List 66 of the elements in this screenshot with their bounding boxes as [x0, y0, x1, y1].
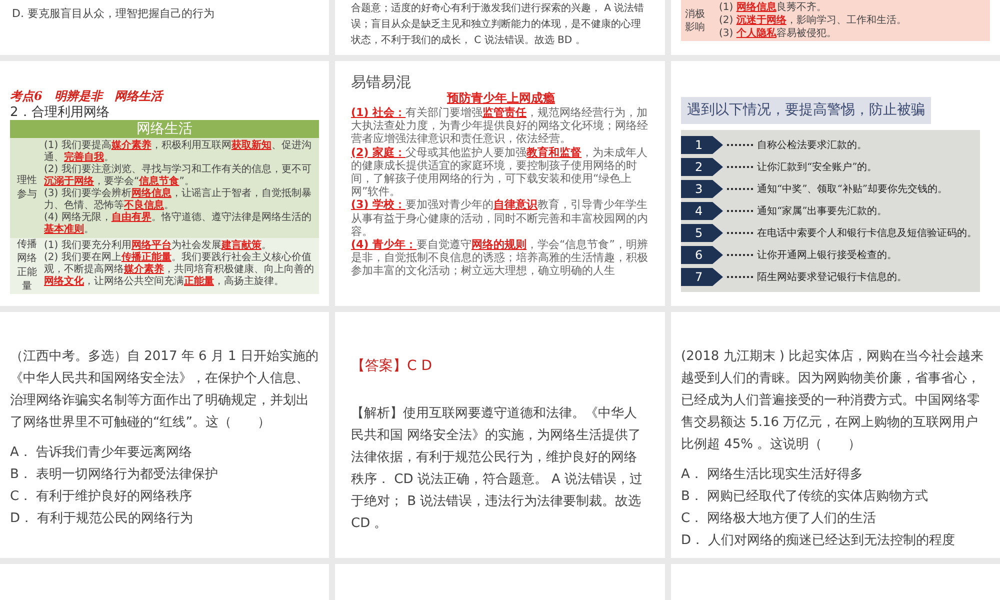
leader-line — [727, 254, 753, 256]
answer-text: C D — [407, 358, 432, 374]
list-text: 自称公检法要求汇款的。 — [757, 138, 867, 152]
row-label: 消极影响 — [685, 8, 706, 34]
explanation-text: 【解析】使用互联网要遵守道德和法律。《中华人民共和国 网络安全法》的实施，为网络生活提供了法律依据，有利于规范公民行为，维护良好的网络秩序． CD 说法正确，符合题意。 A 说法错误，过于绝对； B 说法错误，违法行为法律要制裁。故选 CD 。 — [351, 405, 644, 533]
leader-line — [727, 144, 753, 146]
list-text: 让你开通网上银行接受检查的。 — [757, 248, 897, 262]
list-text: 陌生网站要求登记银行卡信息的。 — [757, 270, 907, 284]
table-text: (3) 我们要学会辨析网络信息，让谣言止于智者，自觉抵制暴力、色情、恐怖等不良信息。 — [44, 188, 312, 212]
leader-line — [727, 210, 753, 212]
step-number: 5 — [681, 224, 723, 242]
slide-card[interactable]: 【答案】C D 【解析】使用互联网要遵守道德和法律。《中华人民共和国 网络安全法》的实施，为网络生活提供了法律依据，有利于规范公民行为，维护良好的网络秩序． CD 说法正确，符合题意。 A 说法错误，过于绝对； B 说法错误，违法行为法律要制裁。故选 CD 。 — [335, 312, 665, 558]
item-text: (4) 青少年：要自觉遵守网络的规则，学会“信息节食”，明辨是非，自觉抵制不良信息的诱惑；培养高雅的生活情趣，积极参加丰富的文化活动；树立远大理想，确立明确的人生 — [351, 238, 649, 278]
table-text: (1) 我们要充分利用网络平台为社会发展建言献策。 — [44, 240, 272, 252]
item-text: (3) 学校：要加强对青少年的自律意识教育，引导青少年学生从事有益于身心健康的活动，同时不断完善和丰富校园网的内容。 — [351, 198, 649, 238]
list-text: 通知“家属”出事要先汇款的。 — [757, 204, 888, 218]
image-title: 遇到以下情况，要提高警惕，防止被骗 — [681, 97, 931, 124]
explanation-text: 合题意；适度的好奇心有利于激发我们进行探索的兴趣， A 说法错误；盲目从众是缺乏主见和独立判断能力的体现，是不健康的心理状态，不利于我们的成长， C 说法错误。故选 BD 。 — [351, 2, 646, 48]
notes-title: 预防青少年上网成瘾 — [446, 91, 556, 106]
leader-line — [727, 166, 753, 168]
list-text: 让你汇款到“安全账户”的。 — [757, 160, 878, 174]
answer-option: B． 表明一切网络行为都受法律保护 — [10, 464, 319, 486]
slide-card[interactable]: (2018 九江期末 ) 比起实体店，网购在当今社会越来越受到人们的青睐。因为网购物美价廉，省事省心，已经成为人们普遍接受的一种消费方式。中国网络零售交易额达 5.16 万亿元，在网上购物的互联网用户比例超 45% 。这说明（ ） A． 网络生活比现实生活好得多 B． 网购已经取代了传统的实体店购物方式 C． 网络极大地方便了人们的生活 D． 人们对网络的痴迷已经达到无法控制的程度 — [671, 312, 1000, 558]
step-number: 1 — [681, 136, 723, 154]
table-text: (1) 网络信息良莠不齐。 — [719, 1, 828, 14]
leader-line — [727, 232, 753, 234]
answer-option: A． 告诉我们青少年要远离网络 — [10, 442, 319, 464]
leader-line — [727, 276, 753, 278]
item-text: (1) 社会：有关部门要增强监管责任，规范网络经营行为，加大执法查处力度，为青少年提供良好的网络文化环境；网络经营者应增强法律意识和责任意识，依法经营。 — [351, 106, 649, 146]
question-text: （江西中考。多选）自 2017 年 6 月 1 日开始实施的《中华人民共和国网络安全法》，在保护个人信息、治理网络诈骗实名制等方面作出了明确规定，并划出了网络世界里不可触碰的“红线”。这（ ） — [10, 348, 319, 432]
answer-option: C． 网络极大地方便了人们的生活 — [681, 508, 990, 530]
answer-label: 【答案】 — [351, 358, 407, 374]
list-text: 在电话中索要个人和银行卡信息及短信验证码的。 — [757, 226, 977, 240]
table-text: (2) 我们要注意浏览、寻找与学习和工作有关的信息，更不可沉溺于网络，要学会“信息节食”。 — [44, 164, 312, 188]
subheading: 2．合理利用网络 — [10, 105, 110, 120]
answer-option: B． 网购已经取代了传统的实体店购物方式 — [681, 486, 990, 508]
slide-card[interactable]: 遇到以下情况，要提高警惕，防止被骗 1 自称公检法要求汇款的。 2 让你汇款到“安全账户”的。 3 通知“中奖”、领取“补贴”却要你先交钱的。 4 通知“家属”出事要先汇款的。 5 在电话中索要个人和银行卡信息及短信验证码的。 6 让你开通网上银行接受检查的。 7 陌生网站要求登记银行卡信息的。 — [671, 61, 1000, 306]
table-text: (2) 沉迷于网络，影响学习、工作和生活。 — [719, 14, 906, 27]
slide-card[interactable]: （江西中考。多选）自 2017 年 6 月 1 日开始实施的《中华人民共和国网络安全法》，在保护个人信息、治理网络诈骗实名制等方面作出了明确规定，并划出了网络世界里不可触碰的“红线”。这（ ） A． 告诉我们青少年要远离网络 B． 表明一切网络行为都受法律保护 C． 有利于维护良好的网络秩序 D． 有利于规范公民的网络行为 — [0, 312, 329, 558]
step-number: 4 — [681, 202, 723, 220]
row-label: 传播网络正能量 — [16, 238, 38, 294]
table-header: 网络生活 — [10, 120, 319, 138]
topic-heading: 考点6 明辨是非 网络生活 — [10, 88, 165, 105]
step-number: 3 — [681, 180, 723, 198]
slide-card[interactable]: 合题意；适度的好奇心有利于激发我们进行探索的兴趣， A 说法错误；盲目从众是缺乏主见和独立判断能力的体现，是不健康的心理状态，不利于我们的成长， C 说法错误。故选 BD 。 — [335, 0, 665, 55]
slide-card[interactable]: 消极影响 (1) 网络信息良莠不齐。 (2) 沉迷于网络，影响学习、工作和生活。 (3) 个人隐私容易被侵犯。 — [671, 0, 1000, 55]
answer-option: A． 网络生活比现实生活好得多 — [681, 464, 990, 486]
table-text: (3) 个人隐私容易被侵犯。 — [719, 27, 838, 40]
step-number: 2 — [681, 158, 723, 176]
answer-option: D． 有利于规范公民的网络行为 — [10, 508, 319, 530]
table-text: (4) 网络无限，自由有界。恪守道德、遵守法律是网络生活的基本准则。 — [44, 212, 312, 236]
step-number: 7 — [681, 268, 723, 286]
table-text: (1) 我们要提高媒介素养，积极利用互联网获取新知、促进沟通、完善自我。 — [44, 140, 312, 164]
table-text: (2) 我们要在网上传播正能量。我们要践行社会主义核心价值观，不断提高网络媒介素养，共同培育积极健康、向上向善的网络文化，让网络公共空间充满正能量，高扬主旋律。 — [44, 252, 315, 288]
section-heading: 易错易混 — [351, 73, 412, 91]
leader-line — [727, 188, 753, 190]
answer-option: C． 有利于维护良好的网络秩序 — [10, 486, 319, 508]
slide-card[interactable] — [0, 61, 329, 306]
slide-card[interactable]: D. 要克服盲目从众，理智把握自己的行为 — [0, 0, 329, 55]
step-number: 6 — [681, 246, 723, 264]
answer-option: D． 人们对网络的痴迷已经达到无法控制的程度 — [681, 530, 990, 552]
question-text: (2018 九江期末 ) 比起实体店，网购在当今社会越来越受到人们的青睐。因为网购物美价廉，省事省心，已经成为人们普遍接受的一种消费方式。中国网络零售交易额达 5.16 万亿元，在网上购物的互联网用户比例超 45% 。这说明（ ） — [681, 348, 985, 454]
row-label: 理性参与 — [16, 174, 38, 202]
answer-option: D. 要克服盲目从众，理智把握自己的行为 — [12, 6, 317, 22]
list-text: 通知“中奖”、领取“补贴”却要你先交钱的。 — [757, 182, 948, 196]
item-text: (2) 家庭：父母或其他监护人要加强教育和监督，为未成年人的健康成长提供适宜的家庭环境，要控制孩子使用网络的时间，了解孩子使用网络的行为，可下载安装和使用“绿色上网”软件。 — [351, 146, 649, 198]
